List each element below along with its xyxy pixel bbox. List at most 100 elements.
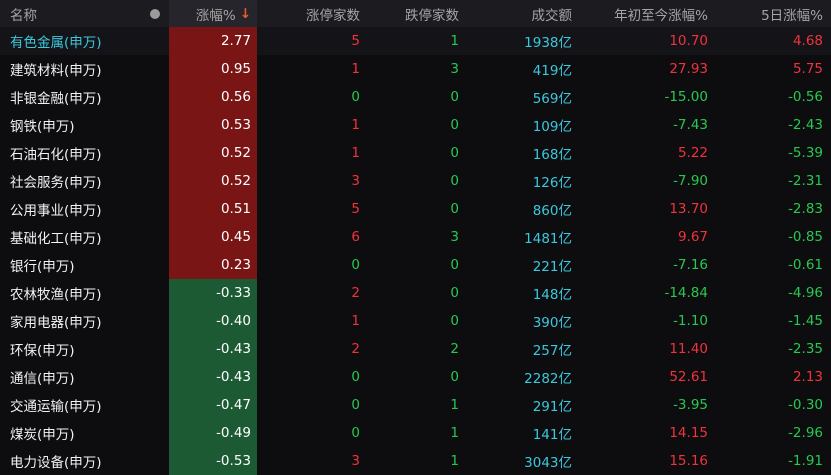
column-header-ytd-label: 年初至今涨幅% [614,7,708,24]
row-limit-down: 2 [450,341,459,357]
row-limit-up: 1 [351,145,360,161]
column-header-name-label: 名称 [10,7,37,24]
column-header-marker[interactable] [140,0,169,27]
row-ytd: 13.70 [669,201,708,217]
row-change-pct: -0.53 [169,447,257,475]
row-limit-up: 0 [351,369,360,385]
table-row[interactable]: 公用事业(申万) 0.51 5 0 860亿 13.70 -2.83 [0,195,831,223]
row-volume: 1938亿 [524,35,572,51]
table-row[interactable]: 环保(申万) -0.43 2 2 257亿 11.40 -2.35 [0,335,831,363]
row-limit-up: 5 [351,201,360,217]
row-name: 建筑材料(申万) [10,63,102,79]
row-ytd: 14.15 [669,425,708,441]
row-volume: 419亿 [532,63,572,79]
table-row[interactable]: 石油石化(申万) 0.52 1 0 168亿 5.22 -5.39 [0,139,831,167]
row-ytd: 5.22 [677,145,708,161]
row-limit-up: 1 [351,117,360,133]
row-volume: 148亿 [532,287,572,303]
row-5day: -0.61 [788,257,823,273]
table-row[interactable]: 钢铁(申万) 0.53 1 0 109亿 -7.43 -2.43 [0,111,831,139]
table-row[interactable]: 家用电器(申万) -0.40 1 0 390亿 -1.10 -1.45 [0,307,831,335]
row-limit-down: 0 [450,369,459,385]
circle-icon [149,8,160,19]
table-header: 名称 涨幅% ↓ 涨停家数 跌停家数 成交额 年初至今涨幅% 5日涨幅% [0,0,831,27]
row-ytd: 27.93 [669,61,708,77]
row-limit-up: 1 [351,313,360,329]
row-change-pct: 0.45 [169,223,257,251]
column-header-limit-up[interactable]: 涨停家数 [257,0,368,27]
column-header-limit-down[interactable]: 跌停家数 [368,0,467,27]
row-name: 有色金属(申万) [10,35,102,51]
row-change-pct: -0.33 [169,279,257,307]
row-ytd: 11.40 [669,341,708,357]
row-change-pct: 0.53 [169,111,257,139]
column-header-limit-down-label: 跌停家数 [405,7,459,24]
row-limit-up: 3 [351,173,360,189]
row-volume: 221亿 [532,259,572,275]
table-row[interactable]: 通信(申万) -0.43 0 0 2282亿 52.61 2.13 [0,363,831,391]
column-header-name[interactable]: 名称 [0,0,140,27]
row-name: 公用事业(申万) [10,203,102,219]
row-ytd: -7.16 [673,257,708,273]
row-limit-up: 0 [351,397,360,413]
table-row[interactable]: 非银金融(申万) 0.56 0 0 569亿 -15.00 -0.56 [0,83,831,111]
table-row[interactable]: 煤炭(申万) -0.49 0 1 141亿 14.15 -2.96 [0,419,831,447]
row-limit-up: 6 [351,229,360,245]
row-name: 农林牧渔(申万) [10,287,102,303]
row-name: 交通运输(申万) [10,399,102,415]
row-volume: 126亿 [532,175,572,191]
table-row[interactable]: 社会服务(申万) 0.52 3 0 126亿 -7.90 -2.31 [0,167,831,195]
row-limit-down: 1 [450,425,459,441]
row-5day: -1.45 [788,313,823,329]
row-volume: 168亿 [532,147,572,163]
row-limit-down: 3 [450,61,459,77]
row-volume: 2282亿 [524,371,572,387]
table-row[interactable]: 电力设备(申万) -0.53 3 1 3043亿 15.16 -1.91 [0,447,831,475]
row-change-pct: 0.95 [169,55,257,83]
row-change-pct: 0.51 [169,195,257,223]
table-row[interactable]: 农林牧渔(申万) -0.33 2 0 148亿 -14.84 -4.96 [0,279,831,307]
table-row[interactable]: 银行(申万) 0.23 0 0 221亿 -7.16 -0.61 [0,251,831,279]
row-change-pct: 0.52 [169,139,257,167]
row-limit-up: 1 [351,61,360,77]
row-ytd: -15.00 [664,89,708,105]
column-header-change-pct-label: 涨幅% [195,7,236,24]
row-limit-down: 0 [450,173,459,189]
row-name: 家用电器(申万) [10,315,102,331]
row-ytd: 52.61 [669,369,708,385]
table-row[interactable]: 交通运输(申万) -0.47 0 1 291亿 -3.95 -0.30 [0,391,831,419]
row-name: 银行(申万) [10,259,75,275]
row-limit-down: 0 [450,257,459,273]
row-limit-down: 3 [450,229,459,245]
row-ytd: -14.84 [664,285,708,301]
row-5day: -2.31 [788,173,823,189]
sector-quote-table: 名称 涨幅% ↓ 涨停家数 跌停家数 成交额 年初至今涨幅% 5日涨幅% 有色金属… [0,0,831,475]
row-5day: -2.83 [788,201,823,217]
row-change-pct: -0.43 [169,335,257,363]
sort-desc-icon: ↓ [239,5,251,22]
row-limit-down: 1 [450,397,459,413]
row-volume: 390亿 [532,315,572,331]
row-limit-down: 0 [450,89,459,105]
row-name: 非银金融(申万) [10,91,102,107]
row-5day: -2.96 [788,425,823,441]
row-volume: 257亿 [532,343,572,359]
row-name: 煤炭(申万) [10,427,75,443]
column-header-5day-label: 5日涨幅% [761,7,823,24]
column-header-volume[interactable]: 成交额 [467,0,580,27]
row-change-pct: -0.49 [169,419,257,447]
row-limit-up: 2 [351,285,360,301]
row-limit-down: 0 [450,313,459,329]
row-name: 基础化工(申万) [10,231,102,247]
column-header-ytd[interactable]: 年初至今涨幅% [580,0,716,27]
table-row[interactable]: 建筑材料(申万) 0.95 1 3 419亿 27.93 5.75 [0,55,831,83]
row-limit-up: 0 [351,89,360,105]
column-header-5day[interactable]: 5日涨幅% [716,0,831,27]
table-row[interactable]: 基础化工(申万) 0.45 6 3 1481亿 9.67 -0.85 [0,223,831,251]
row-ytd: 10.70 [669,33,708,49]
row-change-pct: 0.23 [169,251,257,279]
column-header-change-pct[interactable]: 涨幅% ↓ [169,0,257,27]
row-5day: -2.35 [788,341,823,357]
row-name: 通信(申万) [10,371,75,387]
table-row[interactable]: 有色金属(申万) 2.77 5 1 1938亿 10.70 4.68 [0,27,831,55]
